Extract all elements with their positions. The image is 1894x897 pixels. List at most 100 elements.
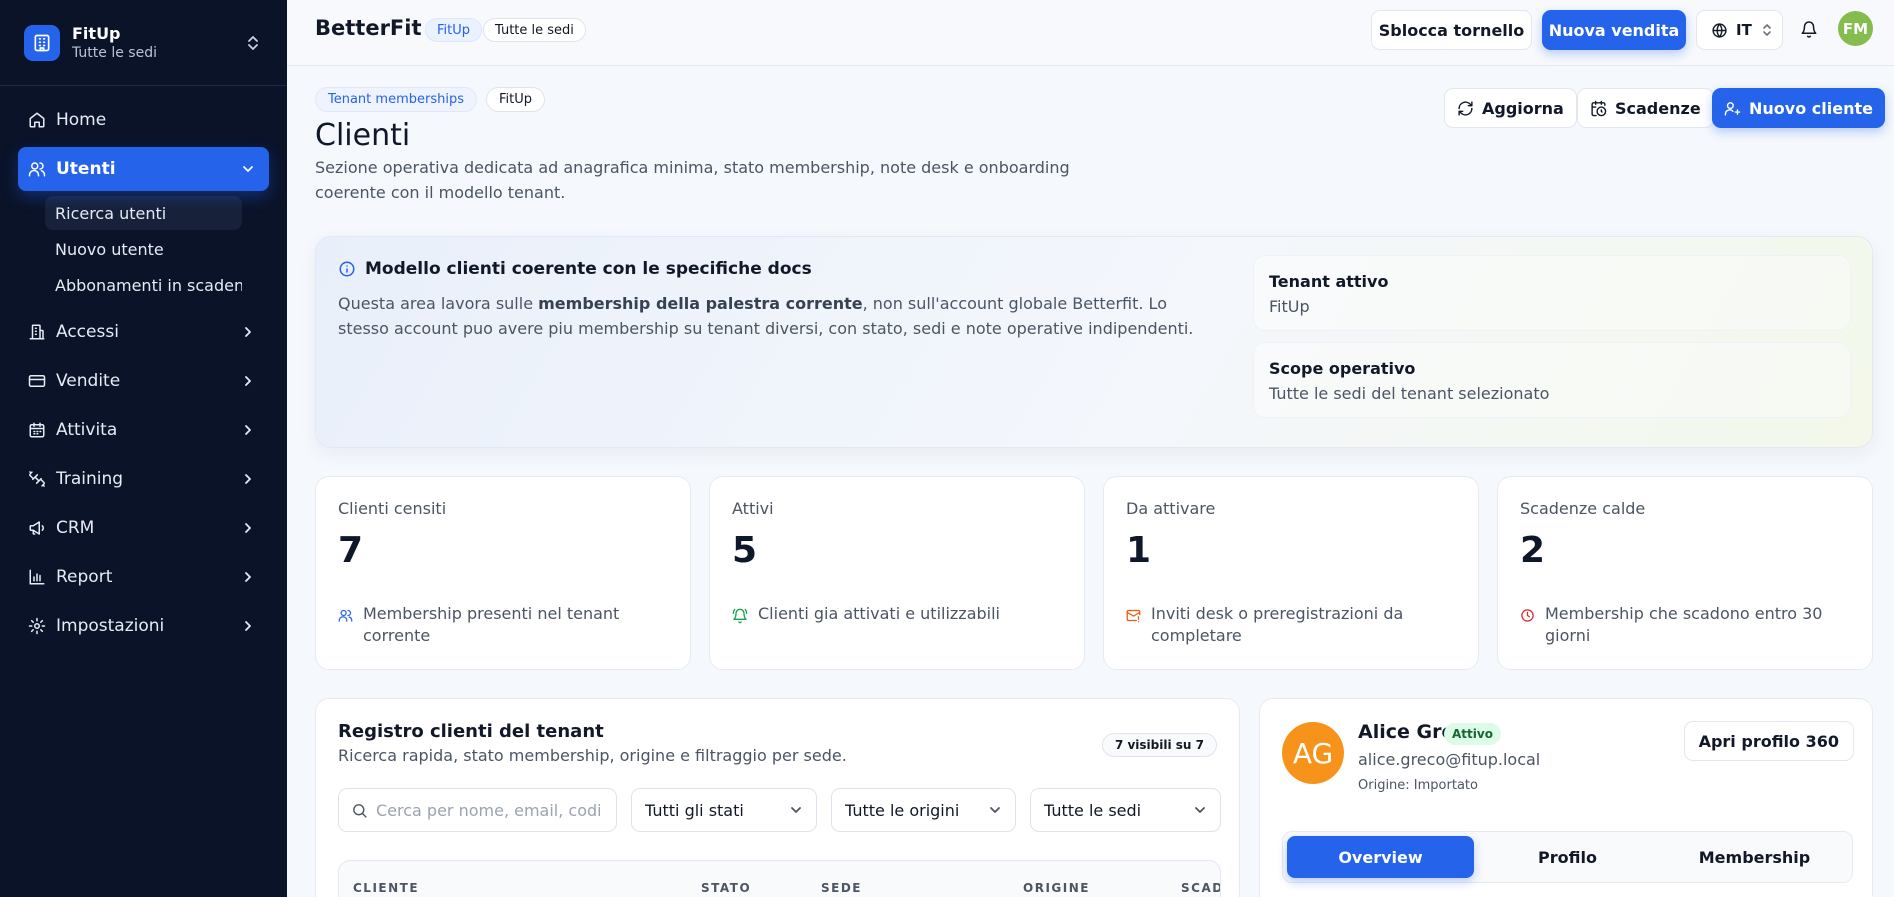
info-text: Questa area lavora sulle membership dell… [338,294,1194,338]
nav-impostazioni-label: Impostazioni [56,616,165,636]
scope-pill: Tutte le sedi [483,18,586,42]
user-avatar[interactable]: FM [1838,11,1873,46]
new-client-label: Nuovo cliente [1749,98,1873,118]
registry-title: Registro clienti del tenant [338,721,604,742]
chevron-right-icon [245,621,251,631]
nav-training[interactable]: Training [18,457,269,501]
client-email: alice.greco@fitup.local [1358,750,1541,769]
nav-nuovo-utente[interactable]: Nuovo utente [45,232,242,266]
origin-filter-select[interactable]: Tutte le origini [831,788,1016,832]
dumbbell-icon [29,471,45,487]
nav-attivita[interactable]: Attivita [18,408,269,452]
column-sede[interactable]: SEDE [821,881,862,895]
nav-impostazioni[interactable]: Impostazioni [18,604,269,648]
nav-ricerca-utenti[interactable]: Ricerca utenti [45,196,242,230]
stat-card-attivi: Attivi 5 Clienti gia attivati e utilizza… [709,476,1085,670]
refresh-button[interactable]: Aggiorna [1444,88,1577,128]
stat-footnote: Membership presenti nel tenant corrente [363,604,620,645]
stat-label: Scadenze calde [1520,499,1646,518]
language-code: IT [1736,21,1752,39]
nav-training-label: Training [56,469,124,489]
visible-count-badge: 7 visibili su 7 [1101,733,1217,757]
sidebar: FitUp Tutte le sedi Home Utenti Ricerca … [0,0,287,897]
nav-utenti[interactable]: Utenti [18,147,269,191]
deadlines-label: Scadenze [1615,98,1701,118]
tab-overview[interactable]: Overview [1287,836,1474,878]
language-selector[interactable]: IT [1696,10,1783,50]
chevron-down-icon [243,166,253,172]
tenant-scope: Tutte le sedi [72,45,157,61]
client-search-input[interactable] [376,800,600,820]
megaphone-icon [29,521,44,535]
nav-vendite-label: Vendite [56,371,121,391]
globe-icon [1712,22,1727,38]
stat-value: 5 [732,530,758,571]
new-sale-button[interactable]: Nuova vendita [1542,10,1686,50]
active-tenant-box: Tenant attivo FitUp [1253,255,1851,331]
topbar: BetterFit FitUp Tutte le sedi Sblocca to… [287,0,1894,66]
chevrons-up-down-icon[interactable] [243,33,263,53]
building-icon [29,324,45,340]
refresh-label: Aggiorna [1482,98,1564,118]
users-icon [28,162,46,177]
tenant-switcher[interactable]: FitUp Tutte le sedi [0,0,287,86]
info-title: Modello clienti coerente con le specific… [365,259,812,279]
deadlines-button[interactable]: Scadenze [1577,88,1714,128]
home-icon [29,112,45,128]
nav-crm[interactable]: CRM [18,506,269,550]
client-search[interactable] [338,788,617,832]
nav-home-label: Home [56,110,107,130]
stat-card-clienti-censiti: Clienti censiti 7 Membership presenti ne… [315,476,691,670]
bell-ring-icon [732,608,748,624]
users-icon [338,609,353,622]
active-tenant-label: Tenant attivo [1269,272,1389,291]
nav-home[interactable]: Home [18,98,269,142]
stat-footnote: Inviti desk o preregistrazioni da comple… [1151,604,1404,645]
site-filter-value: Tutte le sedi [1044,800,1142,820]
calendar-clock-icon [1591,100,1607,116]
tenant-name: FitUp [72,24,121,43]
client-registry-panel: Registro clienti del tenant Ricerca rapi… [315,698,1240,897]
new-client-button[interactable]: Nuovo cliente [1712,88,1885,128]
tab-membership[interactable]: Membership [1661,836,1848,878]
app-name: BetterFit [315,16,422,40]
column-cliente[interactable]: CLIENTE [353,881,419,895]
main-nav: Home Utenti Ricerca utenti Nuovo utente … [0,86,287,648]
registry-subtitle: Ricerca rapida, stato membership, origin… [338,746,847,765]
origin-filter-value: Tutte le origini [845,800,960,820]
tab-profilo[interactable]: Profilo [1474,836,1661,878]
status-filter-select[interactable]: Tutti gli stati [631,788,817,832]
column-stato[interactable]: STATO [701,881,751,895]
nav-abbonamenti-scadenza[interactable]: Abbonamenti in scadenza [45,268,242,302]
active-tenant-value: FitUp [1269,297,1310,316]
nav-accessi[interactable]: Accessi [18,310,269,354]
stat-footnote: Membership che scadono entro 30 giorni [1545,604,1823,645]
chevron-down-icon [990,807,1000,813]
nav-utenti-submenu: Ricerca utenti Nuovo utente Abbonamenti … [0,196,287,302]
clock-icon [1521,609,1534,622]
chevrons-up-down-icon [1763,24,1771,36]
bell-icon[interactable] [1800,20,1818,39]
calendar-icon [29,422,45,438]
site-filter-select[interactable]: Tutte le sedi [1030,788,1221,832]
nav-accessi-label: Accessi [56,322,119,342]
stat-value: 2 [1520,530,1546,571]
nav-vendite[interactable]: Vendite [18,359,269,403]
client-detail-tabs: Overview Profilo Membership [1282,831,1853,883]
mail-warning-icon [1126,609,1141,623]
status-badge: Attivo [1444,723,1501,745]
column-scadenza[interactable]: SCADENZA [1181,881,1220,895]
info-icon [339,261,355,277]
breadcrumb-tenant[interactable]: FitUp [486,87,546,112]
breadcrumb-tenant-memberships[interactable]: Tenant memberships [315,87,477,112]
nav-utenti-label: Utenti [56,159,116,179]
operative-scope-box: Scope operativo Tutte le sedi del tenant… [1253,342,1851,418]
column-origine[interactable]: ORIGINE [1023,881,1090,895]
unlock-turnstile-button[interactable]: Sblocca tornello [1371,10,1532,50]
open-profile-360-button[interactable]: Apri profilo 360 [1683,721,1854,761]
nav-report[interactable]: Report [18,555,269,599]
chevron-down-icon [791,807,801,813]
client-model-info-card: Modello clienti coerente con le specific… [315,236,1873,448]
chevron-right-icon [245,572,251,582]
operative-scope-label: Scope operativo [1269,359,1416,378]
